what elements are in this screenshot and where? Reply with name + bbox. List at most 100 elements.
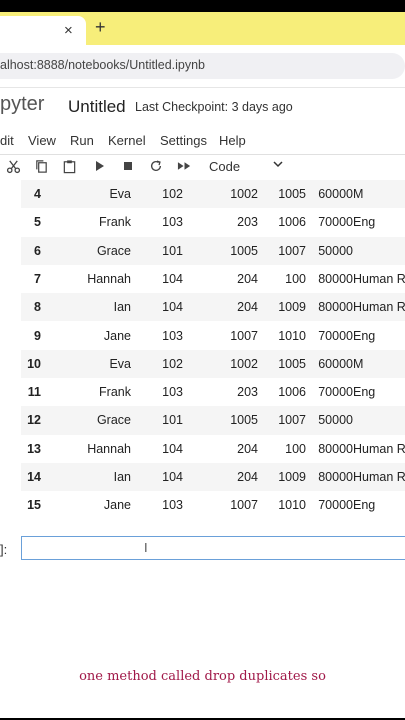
scissors-icon[interactable]: [6, 159, 21, 178]
table-cell-salary: 80000: [318, 271, 353, 286]
table-cell-a: 204: [237, 300, 258, 315]
table-cell-name: Eva: [109, 356, 131, 371]
paste-icon[interactable]: [62, 159, 77, 178]
menu-edit[interactable]: dit: [0, 133, 14, 148]
row-index: 10: [27, 356, 41, 371]
row-index: 15: [27, 498, 41, 513]
table-cell-name: Jane: [103, 498, 131, 513]
table-cell-a: 1005: [230, 413, 258, 428]
url-text: alhost:8888/notebooks/Untitled.ipynb: [0, 58, 206, 72]
table-cell-a: 1007: [230, 328, 258, 343]
dataframe-output: 4 Eva 102 1002 1005 60000 M 5 Frank 103 203 1006 700…: [21, 180, 405, 514]
table-cell-role: Eng: [353, 328, 376, 343]
menu-help[interactable]: Help: [219, 133, 246, 148]
restart-icon[interactable]: [149, 159, 163, 177]
caption-subtitle: one method called drop duplicates so: [79, 669, 326, 684]
table-cell-name: Jane: [103, 328, 131, 343]
run-icon[interactable]: [94, 159, 106, 177]
table-cell-salary: 50000: [318, 413, 353, 428]
table-cell-name: Hannah: [87, 271, 131, 286]
table-cell-dept: 103: [162, 385, 183, 400]
tab-strip: × +: [0, 12, 405, 45]
table-cell-role: Eng: [353, 498, 376, 513]
chevron-down-icon[interactable]: [272, 157, 284, 174]
table-cell-role: Eng: [353, 385, 376, 400]
table-cell-salary: 80000: [318, 470, 353, 484]
table-row: 8Ian104204100980000Human Re: [21, 293, 405, 322]
table-cell-name: Grace: [96, 413, 131, 428]
table-cell-a: 203: [237, 385, 258, 400]
table-cell-dept: 104: [162, 470, 183, 484]
menu-kernel[interactable]: Kernel: [108, 133, 146, 148]
close-icon[interactable]: ×: [64, 22, 73, 39]
notebook-title[interactable]: Untitled: [68, 97, 126, 117]
table-cell-a: 204: [237, 271, 258, 286]
copy-icon[interactable]: [34, 159, 49, 178]
table-cell-salary: 60000: [318, 187, 353, 201]
row-index: 9: [34, 328, 41, 343]
table-cell-name: Grace: [96, 243, 131, 258]
browser-tab[interactable]: ×: [0, 16, 86, 45]
row-index: 14: [27, 470, 41, 484]
table-cell-a: 204: [237, 441, 258, 456]
fast-forward-icon[interactable]: [177, 159, 192, 177]
table-cell-role: Human Re: [353, 441, 405, 456]
table-cell-salary: 70000: [318, 498, 353, 513]
table-cell-name: Hannah: [87, 441, 131, 456]
jupyter-header: pyter Untitled Last Checkpoint: 3 days a…: [0, 87, 405, 130]
table-row: 15 Jane 103 1007 1010 70000 Eng: [21, 491, 405, 519]
row-index: 4: [34, 187, 41, 201]
row-index: 13: [27, 441, 41, 456]
url-field[interactable]: alhost:8888/notebooks/Untitled.ipynb: [0, 53, 405, 79]
table-cell-dept: 102: [162, 187, 183, 201]
input-prompt: ]:: [0, 542, 8, 557]
row-index: 7: [34, 271, 41, 286]
table-cell-a: 1007: [230, 498, 258, 513]
stop-icon[interactable]: [122, 159, 134, 177]
table-cell-salary: 80000: [318, 441, 353, 456]
table-cell-dept: 104: [162, 441, 183, 456]
row-index: 6: [34, 243, 41, 258]
last-checkpoint: Last Checkpoint: 3 days ago: [135, 100, 293, 114]
table-row: 7Hannah10420410080000Human Re: [21, 265, 405, 293]
table-cell-dept: 104: [162, 271, 183, 286]
table-cell-role: Human Re: [353, 300, 405, 315]
table-cell-dept: 101: [162, 243, 183, 258]
table-cell-dept: 103: [162, 215, 183, 230]
menu-view[interactable]: View: [28, 133, 56, 148]
table-cell-a: 204: [237, 470, 258, 484]
row-index: 5: [34, 215, 41, 230]
menu-settings[interactable]: Settings: [160, 133, 207, 148]
table-cell-dept: 104: [162, 300, 183, 315]
table-row: 6 Grace 101 1005 1007 50000: [21, 236, 405, 265]
table-row: 5 Frank 103 203 1006 70000 Eng: [21, 208, 405, 236]
table-cell-role: Human Re: [353, 271, 405, 286]
table-cell-dept: 101: [162, 413, 183, 428]
table-cell-a: 1002: [230, 356, 258, 371]
menu-run[interactable]: Run: [70, 133, 94, 148]
table-cell-salary: 70000: [318, 385, 353, 400]
text-cursor: I: [144, 540, 148, 555]
table-cell-salary: 60000: [318, 356, 353, 371]
notebook-toolbar: Code: [0, 154, 405, 181]
table-cell-salary: 70000: [318, 215, 353, 230]
new-tab-button[interactable]: +: [95, 17, 106, 38]
table-cell-a: 203: [237, 215, 258, 230]
table-cell-name: Ian: [113, 470, 131, 484]
table-cell-salary: 80000: [318, 300, 353, 315]
table-cell-name: Ian: [113, 300, 131, 315]
browser-window: × + alhost:8888/notebooks/Untitled.ipynb…: [0, 12, 405, 580]
row-index: 12: [27, 413, 41, 428]
table-cell-name: Eva: [109, 187, 131, 201]
code-input-cell[interactable]: I: [21, 536, 405, 560]
table-cell-role: Human Re: [353, 470, 405, 484]
cell-type-select[interactable]: Code: [209, 159, 240, 174]
menu-bar: dit View Run Kernel Settings Help: [0, 129, 405, 154]
table-cell-salary: 70000: [318, 328, 353, 343]
table-cell-a: 1005: [230, 243, 258, 258]
table-row: 11 Frank 103 203 1006 70000 Eng: [21, 378, 405, 406]
jupyter-logo[interactable]: pyter: [0, 93, 44, 116]
table-row: 10 Eva 102 1002 1005 60000 M: [21, 349, 405, 379]
table-cell-role: M: [353, 187, 364, 201]
table-cell-name: Frank: [99, 385, 131, 400]
